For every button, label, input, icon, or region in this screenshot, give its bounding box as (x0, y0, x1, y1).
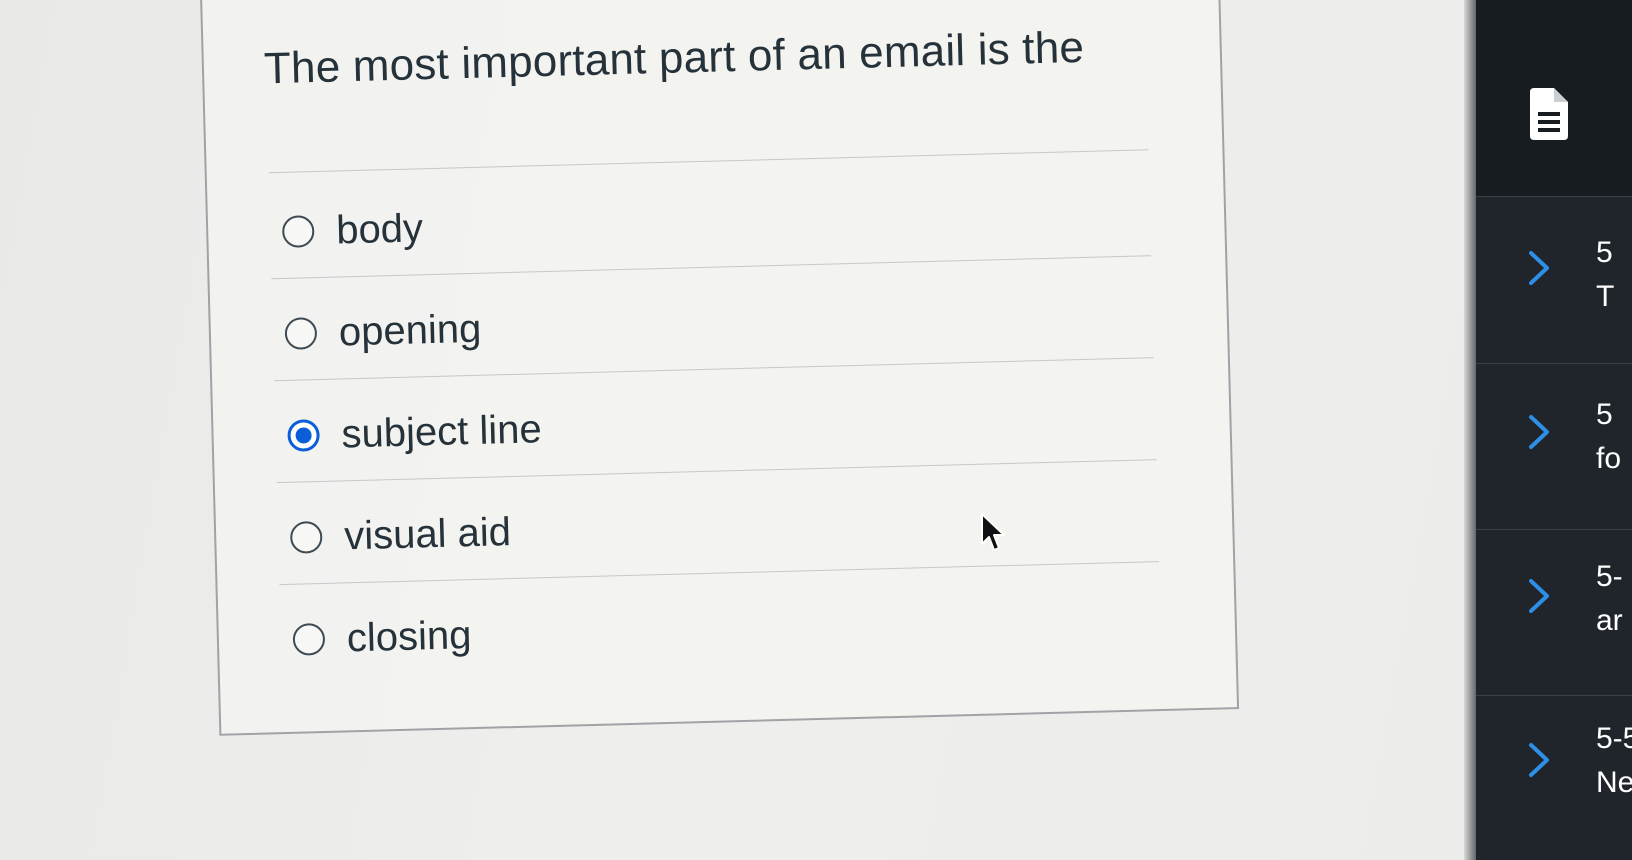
module-title-line2: Ne (1596, 766, 1632, 799)
chevron-right-icon (1529, 743, 1549, 777)
module-sidebar: 5 T 5 fo 5- ar 5-5 Ne (1476, 0, 1632, 860)
radio-button[interactable] (289, 520, 323, 554)
sidebar-module-item[interactable]: 5 T (1476, 198, 1632, 364)
answer-option-visual-aid[interactable]: visual aid (289, 502, 512, 568)
module-title-line2: ar (1596, 604, 1623, 637)
answer-label: body (335, 205, 424, 253)
module-title-line1: 5- (1596, 560, 1623, 593)
module-title-line1: 5-5 (1596, 722, 1632, 755)
answer-option-closing[interactable]: closing (292, 605, 472, 670)
sidebar-module-item[interactable]: 5- ar (1476, 530, 1632, 696)
divider (271, 255, 1152, 280)
module-title-line2: fo (1596, 442, 1622, 475)
sidebar-module-item[interactable]: 5-5 Ne (1476, 696, 1632, 860)
document-icon[interactable] (1526, 88, 1570, 140)
divider (274, 357, 1154, 382)
divider (268, 149, 1149, 174)
chevron-right-icon (1529, 251, 1549, 285)
answer-label: closing (346, 612, 472, 660)
answer-label: subject line (340, 406, 543, 456)
divider (279, 561, 1160, 586)
module-title-line1: 5 (1596, 236, 1613, 269)
module-title-line1: 5 (1596, 398, 1613, 431)
question-prompt: The most important part of an email is t… (263, 22, 1085, 94)
answer-option-body[interactable]: body (281, 198, 424, 262)
mouse-cursor-icon (981, 513, 1005, 551)
chevron-right-icon (1529, 579, 1549, 613)
question-card: The most important part of an email is t… (200, 0, 1240, 736)
radio-button[interactable] (281, 215, 315, 248)
chevron-right-icon (1529, 415, 1549, 449)
divider (276, 459, 1157, 484)
answer-label: opening (338, 306, 482, 354)
sidebar-module-item[interactable]: 5 fo (1476, 364, 1632, 530)
radio-button-selected[interactable] (287, 419, 321, 452)
radio-button[interactable] (292, 622, 326, 656)
answer-label: visual aid (343, 509, 512, 558)
radio-button[interactable] (284, 317, 318, 350)
module-title-line2: T (1596, 280, 1615, 313)
sidebar-header (1476, 0, 1632, 197)
answer-option-subject-line[interactable]: subject line (287, 399, 543, 466)
answer-option-opening[interactable]: opening (284, 299, 482, 364)
